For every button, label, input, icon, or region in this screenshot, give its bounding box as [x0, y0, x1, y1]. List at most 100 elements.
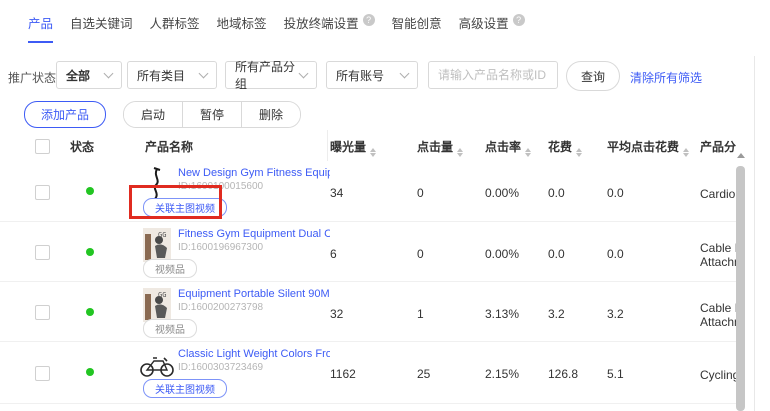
cost-value: 0.0	[548, 186, 565, 200]
col-label: 点击量	[417, 140, 453, 154]
col-impressions: 曝光量	[330, 138, 376, 156]
product-group-select[interactable]: 所有产品分组	[225, 61, 317, 89]
product-id: ID:1600200273798	[178, 302, 263, 313]
tab-smart-creative[interactable]: 智能创意	[392, 13, 442, 43]
pause-button[interactable]: 暂停	[182, 102, 241, 127]
col-label: 点击率	[485, 140, 521, 154]
annotation-red-box	[129, 185, 222, 219]
question-circle-icon: ?	[363, 14, 375, 26]
question-circle-icon: ?	[513, 14, 525, 26]
table-row: GG Fitness Gym Equipment Dual Cabl... ID…	[0, 222, 770, 282]
clear-filters-link[interactable]: 清除所有筛选	[630, 69, 702, 86]
status-dot-active	[86, 368, 94, 376]
caret-up-icon[interactable]	[737, 153, 745, 158]
tab-label: 智能创意	[392, 13, 442, 32]
link-main-image-video-button[interactable]: 关联主图视频	[143, 379, 227, 398]
tab-label: 投放终端设置	[284, 13, 359, 32]
col-ctr: 点击率	[485, 138, 531, 156]
account-select[interactable]: 所有账号	[326, 61, 418, 89]
category-select[interactable]: 所有类目	[127, 61, 217, 89]
col-label: 花费	[548, 140, 572, 154]
video-product-tag: 视频品	[143, 319, 197, 338]
cost-value: 126.8	[548, 367, 578, 381]
col-label: 平均点击花费	[607, 140, 679, 154]
tab-advanced-settings[interactable]: 高级设置?	[459, 13, 525, 43]
tab-label: 人群标签	[150, 13, 200, 32]
product-promotion-page: 产品 自选关键词 人群标签 地域标签 投放终端设置? 智能创意 高级设置? 推广…	[0, 0, 770, 411]
product-image-gym-equipment: GG	[143, 228, 171, 262]
tab-terminal-settings[interactable]: 投放终端设置?	[284, 13, 375, 43]
tab-products[interactable]: 产品	[28, 13, 53, 43]
table-row: GG Equipment Portable Silent 90Mm ... ID…	[0, 282, 770, 342]
status-dot-active	[86, 248, 94, 256]
category-select-value: 所有类目	[137, 67, 185, 84]
clicks-value: 0	[417, 247, 424, 261]
sort-icon[interactable]	[457, 148, 463, 157]
avg-cost-value: 5.1	[607, 367, 624, 381]
impressions-value: 1162	[330, 367, 356, 381]
product-image-bicycle	[140, 355, 174, 377]
product-name-link[interactable]: New Design Gym Fitness Equipm...	[178, 167, 330, 179]
ctr-value: 2.15%	[485, 367, 519, 381]
impressions-value: 6	[330, 247, 337, 261]
status-dot-active	[86, 187, 94, 195]
row-checkbox[interactable]	[35, 185, 50, 200]
tab-label: 自选关键词	[70, 13, 133, 32]
avg-cost-value: 3.2	[607, 307, 624, 321]
clicks-value: 25	[417, 367, 430, 381]
status-select-value: 全部	[66, 67, 90, 84]
row-checkbox[interactable]	[35, 245, 50, 260]
chevron-down-icon	[400, 69, 410, 79]
clicks-value: 0	[417, 186, 424, 200]
product-group-select-value: 所有产品分组	[235, 58, 300, 92]
bulk-action-group: 启动 暂停 删除	[123, 101, 301, 128]
col-cost: 花费	[548, 138, 582, 156]
chevron-down-icon	[104, 69, 114, 79]
promotion-status-label: 推广状态:	[8, 69, 59, 86]
col-product-name: 产品名称	[145, 138, 193, 155]
product-image-gym-equipment: GG	[143, 288, 171, 322]
col-status: 状态	[70, 138, 94, 155]
tab-label: 地域标签	[217, 13, 267, 32]
select-all-checkbox[interactable]	[35, 139, 50, 154]
sort-icon[interactable]	[683, 148, 689, 157]
sort-icon[interactable]	[525, 148, 531, 157]
product-name-link[interactable]: Fitness Gym Equipment Dual Cabl...	[178, 228, 330, 240]
product-search-input[interactable]	[428, 61, 558, 89]
sort-icon[interactable]	[370, 148, 376, 157]
tab-bar: 产品 自选关键词 人群标签 地域标签 投放终端设置? 智能创意 高级设置?	[28, 13, 525, 43]
tab-audience-tags[interactable]: 人群标签	[150, 13, 200, 43]
ctr-value: 0.00%	[485, 186, 519, 200]
product-id: ID:1600303723469	[178, 362, 263, 373]
cost-value: 0.0	[548, 247, 565, 261]
row-checkbox[interactable]	[35, 305, 50, 320]
status-select[interactable]: 全部	[56, 61, 122, 89]
query-button[interactable]: 查询	[566, 61, 620, 91]
product-group-value: Cycling	[700, 368, 739, 382]
col-avg-cost: 平均点击花费	[607, 138, 689, 156]
avg-cost-value: 0.0	[607, 247, 624, 261]
avg-cost-value: 0.0	[607, 186, 624, 200]
card-right-border	[754, 56, 755, 411]
sort-icon[interactable]	[576, 148, 582, 157]
video-product-tag: 视频品	[143, 259, 197, 278]
chevron-down-icon	[199, 69, 209, 79]
start-button[interactable]: 启动	[124, 102, 182, 127]
product-name-link[interactable]: Equipment Portable Silent 90Mm ...	[178, 288, 330, 300]
table-row: New Design Gym Fitness Equipm... ID:1600…	[0, 161, 770, 222]
col-label: 曝光量	[330, 140, 366, 154]
tab-region-tags[interactable]: 地域标签	[217, 13, 267, 43]
delete-button[interactable]: 删除	[241, 102, 300, 127]
vertical-scrollbar[interactable]	[736, 166, 745, 411]
table-row: Classic Light Weight Colors Front ... ID…	[0, 342, 770, 404]
table-header: 状态 产品名称 曝光量 点击量 点击率 花费 平均点击花费 产品分组	[0, 130, 770, 162]
row-checkbox[interactable]	[35, 366, 50, 381]
col-clicks: 点击量	[417, 138, 463, 156]
ctr-value: 0.00%	[485, 247, 519, 261]
product-name-link[interactable]: Classic Light Weight Colors Front ...	[178, 348, 330, 360]
tab-custom-keywords[interactable]: 自选关键词	[70, 13, 133, 43]
clicks-value: 1	[417, 307, 424, 321]
add-product-button[interactable]: 添加产品	[24, 101, 106, 128]
tab-label: 高级设置	[459, 13, 509, 32]
ctr-value: 3.13%	[485, 307, 519, 321]
